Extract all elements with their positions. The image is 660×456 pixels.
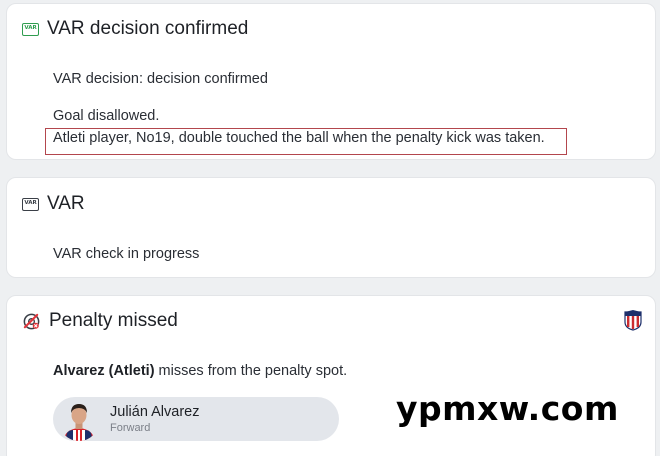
- event-title: VAR: [47, 193, 85, 214]
- player-position: Forward: [110, 422, 151, 434]
- highlight-box: [45, 128, 567, 155]
- var-check-text: VAR check in progress: [53, 246, 200, 262]
- event-header: VAR VAR: [22, 193, 85, 215]
- player-name: Julián Alvarez: [110, 404, 200, 420]
- goal-disallowed-text: Goal disallowed.: [53, 108, 160, 124]
- var-icon: VAR: [22, 22, 39, 36]
- var-icon: VAR: [22, 197, 39, 211]
- event-header: VAR VAR decision confirmed: [22, 18, 248, 40]
- penalty-description: Alvarez (Atleti) misses from the penalty…: [53, 363, 347, 379]
- watermark: ypmxw.com: [396, 389, 619, 428]
- event-title: VAR decision confirmed: [47, 18, 249, 39]
- penalty-missed-icon: [22, 312, 41, 331]
- event-card-penalty-missed: Penalty missed Alvarez (Atleti) misses f…: [6, 295, 656, 456]
- event-card-var-decision: VAR VAR decision confirmed VAR decision:…: [6, 3, 656, 160]
- event-header: Penalty missed: [22, 310, 178, 332]
- atletico-madrid-crest-icon: [624, 309, 642, 336]
- player-team-name: Alvarez (Atleti): [53, 363, 155, 379]
- player-chip[interactable]: Julián Alvarez Forward: [53, 397, 339, 441]
- player-avatar: [59, 397, 99, 441]
- event-title: Penalty missed: [49, 310, 178, 331]
- penalty-description-rest: misses from the penalty spot.: [154, 363, 348, 379]
- var-decision-text: VAR decision: decision confirmed: [53, 71, 268, 87]
- event-card-var: VAR VAR VAR check in progress: [6, 177, 656, 278]
